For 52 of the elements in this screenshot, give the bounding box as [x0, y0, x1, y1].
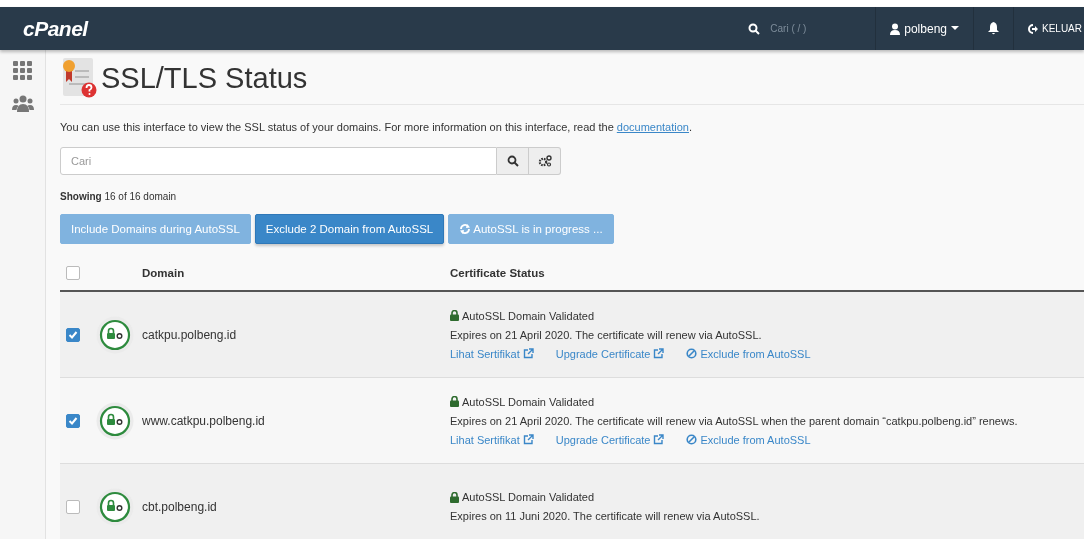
documentation-link[interactable]: documentation: [616, 121, 689, 133]
row-checkbox[interactable]: [66, 327, 80, 342]
domain-cell-text: www.catkpu.polbeng.id: [141, 413, 266, 428]
settings-button[interactable]: [529, 147, 561, 175]
bell-icon: [988, 22, 999, 35]
action-link[interactable]: Exclude from AutoSSL: [686, 433, 811, 446]
intro-text: You can use this interface to view the SSL status of your domains. For more information on this interface, read the documentation.: [60, 121, 694, 133]
caret-icon: [951, 26, 959, 31]
search-button[interactable]: [497, 147, 529, 175]
status-text: AutoSSL Domain Validated: [462, 491, 595, 503]
column-header[interactable]: Domain: [138, 267, 450, 279]
lock-icon: [450, 310, 459, 321]
action-link[interactable]: Lihat Sertifikat: [450, 433, 534, 446]
users-icon[interactable]: [11, 95, 34, 112]
certificate-icon: [63, 58, 97, 98]
domain-cell-text: catkpu.polbeng.id: [141, 327, 238, 342]
external-link-icon: [522, 348, 534, 359]
header-search-field[interactable]: Cari ( / ): [768, 22, 853, 35]
external-link-icon: [653, 348, 665, 359]
row-checkbox[interactable]: [66, 499, 80, 514]
external-link-icon: [653, 434, 665, 445]
search-field[interactable]: Cari: [60, 147, 497, 175]
status-text: AutoSSL Domain Validated: [462, 309, 595, 322]
logout-icon: [1028, 23, 1038, 34]
status-text: AutoSSL Domain Validated: [462, 395, 595, 408]
action-button[interactable]: Exclude 2 Domain from AutoSSL: [254, 214, 445, 244]
secure-lock-icon: [96, 401, 134, 440]
external-link-icon: [522, 434, 534, 445]
refresh-icon: [459, 223, 472, 235]
ban-icon: [686, 434, 698, 445]
domain-cell-text: cbt.polbeng.id: [141, 499, 218, 514]
lock-icon: [450, 396, 459, 407]
showing-count: Showing 16 of 16 domain: [60, 191, 178, 202]
expiry-text: Expires on 11 Juni 2020. The certificate will renew via AutoSSL.: [450, 510, 761, 522]
row-checkbox[interactable]: [66, 413, 80, 428]
ban-icon: [686, 348, 698, 359]
search-icon: [506, 155, 519, 167]
action-link[interactable]: Upgrade Certificate: [555, 347, 665, 360]
lock-icon: [450, 491, 459, 503]
settings-icon: [537, 155, 552, 167]
column-header[interactable]: Certificate Status: [450, 267, 1084, 279]
grid-icon[interactable]: [13, 61, 32, 80]
user-icon: [890, 22, 901, 35]
expiry-text: Expires on 21 April 2020. The certificate will renew via AutoSSL.: [450, 328, 763, 341]
action-link[interactable]: Exclude from AutoSSL: [686, 347, 811, 360]
search-icon: [748, 22, 761, 35]
select-all-checkbox[interactable]: [66, 266, 80, 280]
cpanel-logo[interactable]: cPanel: [23, 16, 88, 41]
action-link[interactable]: Lihat Sertifikat: [450, 347, 534, 360]
action-link[interactable]: Upgrade Certificate: [555, 433, 665, 446]
page-title: SSL/TLS Status: [101, 61, 308, 95]
expiry-text: Expires on 21 April 2020. The certificate will renew via AutoSSL when the parent domain “catkpu.polbeng.id” renews.: [450, 414, 1019, 427]
